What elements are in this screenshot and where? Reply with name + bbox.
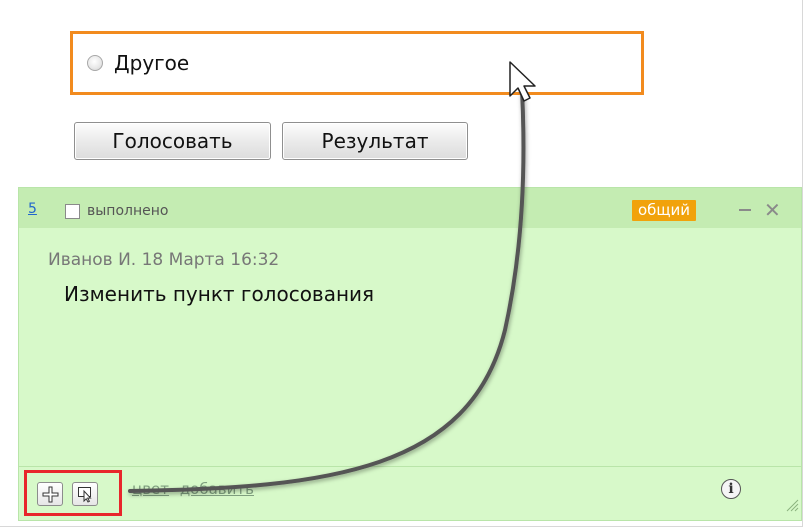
done-checkbox[interactable] bbox=[65, 204, 80, 219]
vote-button[interactable]: Голосовать bbox=[74, 122, 271, 160]
close-icon[interactable]: ✕ bbox=[764, 200, 781, 220]
poll-option-label: Другое bbox=[114, 51, 190, 75]
note-tools-group bbox=[24, 470, 122, 516]
note-tag-badge[interactable]: общий bbox=[632, 200, 697, 221]
note-footer-links: цвет добавить bbox=[132, 480, 260, 498]
minimize-icon[interactable] bbox=[739, 209, 751, 211]
note-header: 5 выполнено общий ✕ bbox=[19, 188, 801, 228]
done-label: выполнено bbox=[87, 203, 169, 219]
note-number-link[interactable]: 5 bbox=[28, 201, 37, 217]
note-footer-divider bbox=[19, 466, 801, 467]
radio-button[interactable] bbox=[87, 55, 103, 71]
pick-element-button[interactable] bbox=[72, 482, 98, 506]
resize-grip-icon[interactable] bbox=[785, 498, 799, 512]
select-element-icon bbox=[78, 487, 92, 503]
info-icon[interactable]: i bbox=[721, 479, 741, 499]
note-author-line: Иванов И. 18 Марта 16:32 bbox=[48, 250, 280, 270]
result-button[interactable]: Результат bbox=[282, 122, 468, 160]
color-link[interactable]: цвет bbox=[132, 480, 169, 498]
note-body-text: Изменить пункт голосования bbox=[64, 282, 375, 306]
sticky-note: 5 выполнено общий ✕ Иванов И. 18 Марта 1… bbox=[18, 187, 802, 521]
poll-option-other[interactable]: Другое bbox=[70, 31, 644, 95]
add-link[interactable]: добавить bbox=[180, 480, 254, 498]
add-marker-button[interactable] bbox=[37, 482, 63, 506]
crosshair-icon bbox=[42, 486, 59, 503]
